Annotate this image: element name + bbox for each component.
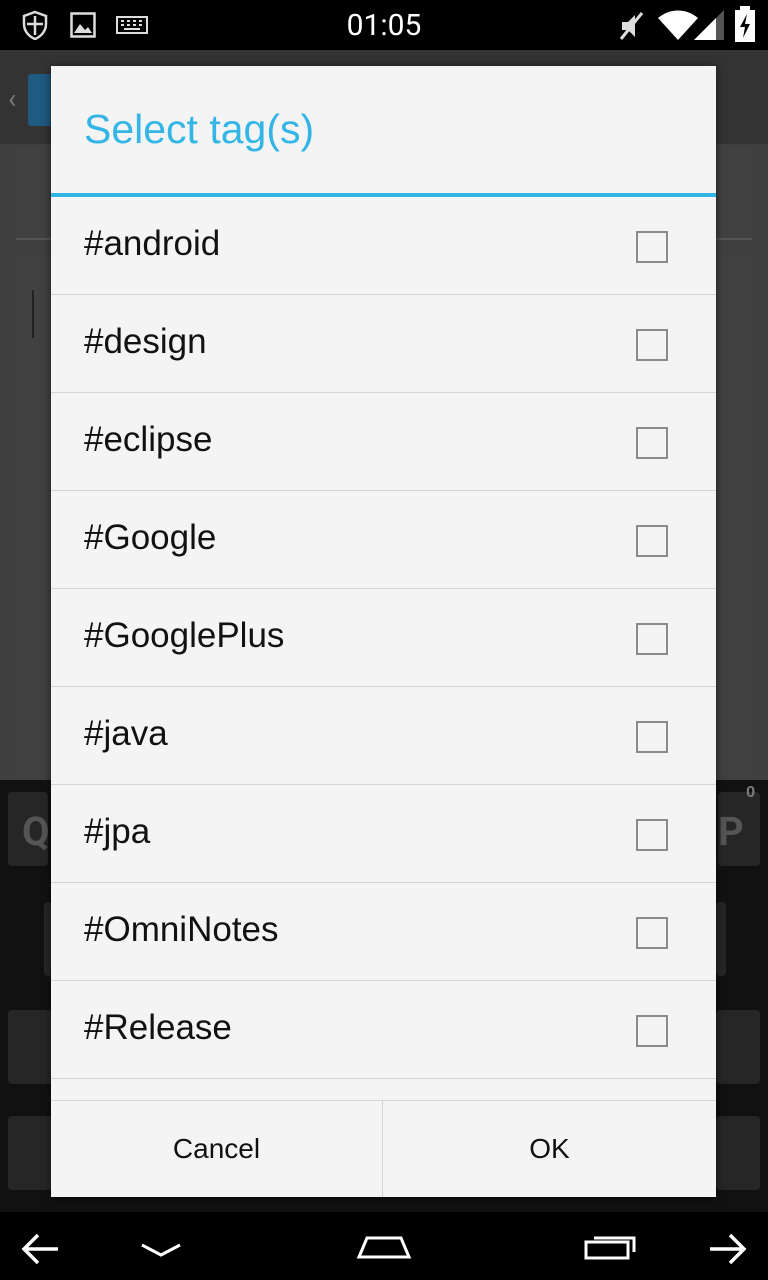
back-arrow-icon[interactable] bbox=[20, 1232, 60, 1270]
tag-item-google[interactable]: #Google bbox=[51, 491, 716, 589]
tag-label: #android bbox=[84, 224, 221, 263]
tag-item-release[interactable]: #Release bbox=[51, 981, 716, 1079]
tag-item-googleplus[interactable]: #GooglePlus bbox=[51, 589, 716, 687]
forward-arrow-icon[interactable] bbox=[708, 1232, 748, 1270]
shift-key bbox=[8, 1010, 52, 1084]
tag-checkbox[interactable] bbox=[636, 1015, 668, 1047]
tag-checkbox[interactable] bbox=[636, 917, 668, 949]
wifi-icon bbox=[658, 10, 698, 44]
home-icon[interactable] bbox=[356, 1234, 412, 1264]
status-bar: 01:05 bbox=[0, 0, 768, 50]
ok-button[interactable]: OK bbox=[383, 1101, 716, 1197]
tag-label: #design bbox=[84, 322, 207, 361]
cancel-button[interactable]: Cancel bbox=[51, 1101, 382, 1197]
tag-item-android[interactable]: #android bbox=[51, 197, 716, 295]
select-tags-dialog: Select tag(s) #android #design #eclipse … bbox=[51, 66, 716, 1197]
battery-charging-icon bbox=[734, 6, 756, 46]
navigation-bar bbox=[0, 1212, 768, 1280]
tag-checkbox[interactable] bbox=[636, 819, 668, 851]
tag-list[interactable]: #android #design #eclipse #Google #Googl… bbox=[51, 197, 716, 1100]
key-p: P0 bbox=[718, 782, 760, 866]
tag-label: #java bbox=[84, 714, 168, 753]
tag-checkbox[interactable] bbox=[636, 329, 668, 361]
chevron-left-icon: ‹ bbox=[8, 82, 17, 115]
tag-label: #GooglePlus bbox=[84, 616, 285, 655]
key-q: Q bbox=[8, 792, 50, 866]
tag-checkbox[interactable] bbox=[636, 231, 668, 263]
tag-checkbox[interactable] bbox=[636, 721, 668, 753]
enter-key bbox=[716, 1116, 760, 1190]
dialog-button-bar: Cancel OK bbox=[51, 1100, 716, 1197]
text-cursor bbox=[32, 290, 34, 338]
key-l bbox=[716, 902, 726, 976]
tag-item-omninotes[interactable]: #OmniNotes bbox=[51, 883, 716, 981]
tag-item-eclipse[interactable]: #eclipse bbox=[51, 393, 716, 491]
tag-label: #Google bbox=[84, 518, 217, 557]
clock: 01:05 bbox=[346, 8, 422, 43]
tag-label: #OmniNotes bbox=[84, 910, 279, 949]
signal-icon bbox=[694, 10, 724, 44]
tag-item-java[interactable]: #java bbox=[51, 687, 716, 785]
tag-item-design[interactable]: #design bbox=[51, 295, 716, 393]
tag-checkbox[interactable] bbox=[636, 427, 668, 459]
swipe-key bbox=[8, 1116, 52, 1190]
tag-checkbox[interactable] bbox=[636, 525, 668, 557]
backspace-key bbox=[716, 1010, 760, 1084]
dialog-title: Select tag(s) bbox=[84, 106, 315, 152]
recents-icon[interactable] bbox=[584, 1234, 636, 1264]
tag-checkbox[interactable] bbox=[636, 623, 668, 655]
mute-icon bbox=[618, 10, 646, 46]
hide-keyboard-icon[interactable] bbox=[140, 1242, 182, 1262]
tag-item-jpa[interactable]: #jpa bbox=[51, 785, 716, 883]
tag-label: #eclipse bbox=[84, 420, 213, 459]
tag-label: #jpa bbox=[84, 812, 151, 851]
tag-label: #Release bbox=[84, 1008, 232, 1047]
